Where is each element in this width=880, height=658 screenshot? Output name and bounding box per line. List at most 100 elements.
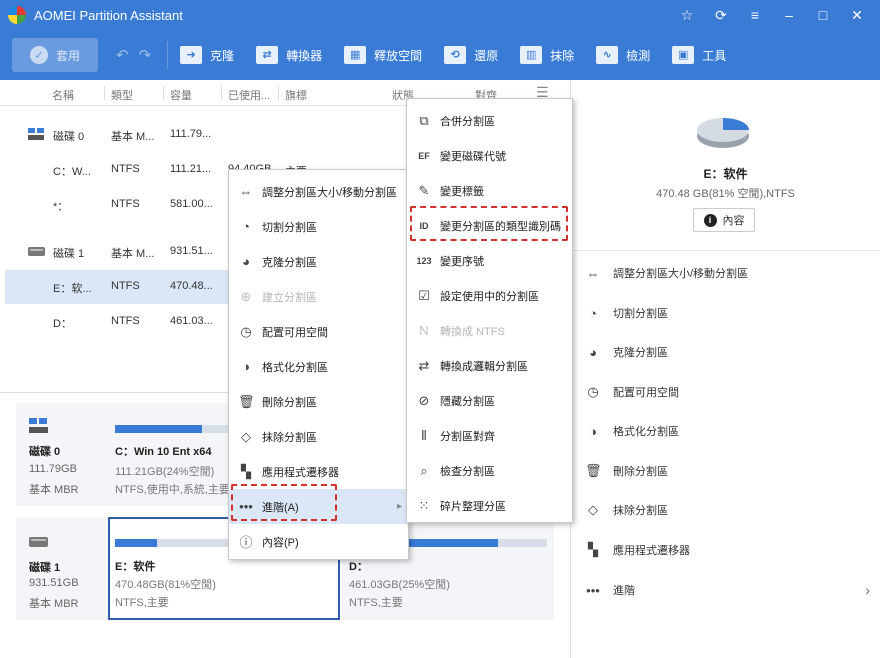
partition-size: 461.03GB(25%空閒) [349,579,450,591]
context-menu-label: 刪除分割區 [262,396,317,409]
toolbar-clone-button[interactable]: ➜ 克隆 [180,46,234,64]
partition-card-c[interactable]: C：Win 10 Ent x64 111.21GB(24%空閒) NTFS,使用… [108,403,230,506]
row-type: NTFS [111,198,140,210]
toolbar-test-button[interactable]: ∿ 檢測 [596,46,650,64]
partition-info: NTFS,主要 [349,597,403,609]
highlight-advanced [231,484,337,521]
submenu-item[interactable]: ⫴ 分割區對齊 [407,418,572,453]
toolbar-wipe-button[interactable]: ▥ 抹除 [520,46,574,64]
submenu-item[interactable]: ⌕ 檢查分割區 [407,453,572,488]
disk1-card[interactable]: 磁碟 1 931.51GB 基本 MBR [16,517,108,620]
advanced-submenu: ⧉ 合併分割區 EF 變更磁碟代號 ✎ 變更標籤 ID 變更分割區的類型識別碼 123 變更序號 ☑… [406,98,573,523]
context-menu-item[interactable]: ⓘ 內容(P) [229,524,408,559]
disk-size: 931.51GB [29,577,79,589]
close-button[interactable]: ✕ [840,7,874,24]
row-name: *： [53,201,69,213]
menu-icon[interactable]: ≡ [738,7,772,23]
split-icon: ◔ [242,219,250,234]
restore-icon: ⟲ [444,46,467,64]
col-type[interactable]: 類型 [111,87,133,103]
context-menu-item[interactable]: 🗑 刪除分割區 [229,384,408,419]
selected-partition-title: E：软件 [703,167,748,181]
app-mover-icon: ▚ [588,542,598,557]
merge-icon: ⧉ [419,112,429,128]
apply-button[interactable]: ✓ 套用 [12,38,98,72]
rp-advanced[interactable]: ••• 進階 › [585,580,870,600]
rp-split[interactable]: ◔ 切割分割區 [585,303,668,323]
submenu-label: 合併分割區 [440,115,495,128]
active-icon: ☑ [418,287,430,303]
toolbar-free-space-button[interactable]: ▦ 釋放空間 [344,46,422,64]
submenu-item[interactable]: EF 變更磁碟代號 [407,138,572,173]
toolbar-tools-button[interactable]: ▣ 工具 [672,46,726,64]
col-used[interactable]: 已使用... [228,87,270,103]
partition-title: C：Win 10 Ent x64 [115,446,212,458]
submenu-item[interactable]: ⧉ 合併分割區 [407,103,572,138]
row-type: 基本 M... [111,131,155,143]
star-icon[interactable]: ☆ [670,7,704,24]
context-menu-label: 格式化分割區 [262,361,328,374]
col-name[interactable]: 名稱 [52,87,74,103]
row-capacity: 111.21... [170,163,212,175]
submenu-item[interactable]: 123 變更序號 [407,243,572,278]
context-menu-item[interactable]: ◇ 抹除分割區 [229,419,408,454]
rp-format[interactable]: ◑ 格式化分割區 [585,421,679,441]
drive-letter-icon: EF [418,150,430,161]
rp-delete[interactable]: 🗑 刪除分割區 [585,461,668,481]
format-icon: ◑ [242,359,250,374]
context-menu-label: 應用程式遷移器 [262,466,339,479]
disk-icon [28,128,44,140]
submenu-item[interactable]: ⊘ 隱藏分割區 [407,383,572,418]
toolbar-separator [167,41,169,69]
disk-icon [29,537,48,547]
submenu-label: 轉換成 NTFS [440,325,505,338]
row-capacity: 470.48... [170,280,213,292]
disk0-card[interactable]: 磁碟 0 111.79GB 基本 MBR [16,403,108,506]
context-menu-item[interactable]: ◷ 配置可用空間 [229,314,408,349]
context-menu-label: 切割分割區 [262,221,317,234]
check-icon: ✓ [29,46,48,64]
row-capacity: 581.00... [170,198,213,210]
submenu-item[interactable]: ☑ 設定使用中的分割區 [407,278,572,313]
row-type: NTFS [111,315,140,327]
row-name: 磁碟 1 [53,248,85,260]
submenu-item[interactable]: ⁙ 碎片整理分區 [407,488,572,523]
allocate-icon: ◷ [587,384,599,399]
submenu-item[interactable]: ⇄ 轉換成邏輯分割區 [407,348,572,383]
info-icon: ⓘ [239,535,253,550]
highlight-change-type-id [410,206,568,241]
minimize-button[interactable]: – [772,7,806,23]
rp-app-mover[interactable]: ▚ 應用程式遷移器 [585,540,690,560]
undo-redo-icons[interactable]: ↶↷ [116,46,161,64]
app-logo-icon [8,6,26,24]
maximize-button[interactable]: □ [806,7,840,23]
col-divider [221,86,222,100]
rp-wipe[interactable]: ◇ 抹除分割區 [585,500,668,520]
create-partition-icon: ⊕ [240,288,252,304]
context-menu-label: 建立分割區 [262,291,317,304]
toolbar-restore-button[interactable]: ⟲ 還原 [444,46,498,64]
context-menu-label: 配置可用空間 [262,326,328,339]
toolbar-converter-button[interactable]: ⇄ 轉換器 [256,46,322,64]
resize-icon: ⇔ [239,184,253,199]
col-capacity[interactable]: 容量 [170,87,192,103]
trash-icon: 🗑 [238,393,255,409]
col-flag[interactable]: 旗標 [285,87,307,103]
row-type: NTFS [111,280,140,292]
context-menu-item[interactable]: ◑ 格式化分割區 [229,349,408,384]
rp-resize-move[interactable]: ⇔ 調整分割區大小/移動分割區 [585,263,749,283]
context-menu-item[interactable]: ◕ 克隆分割區 [229,244,408,279]
app-mover-icon: ▚ [241,463,251,479]
context-menu-item[interactable]: ◔ 切割分割區 [229,209,408,244]
row-name: E：软... [53,283,92,295]
context-menu-item[interactable]: ⇔ 調整分割區大小/移動分割區 [229,174,408,209]
search-icon: ⌕ [420,462,428,478]
refresh-icon[interactable]: ⟳ [704,7,738,24]
rp-clone[interactable]: ◕ 克隆分割區 [585,342,668,362]
convert-ntfs-icon: N [419,323,429,338]
split-icon: ◔ [589,305,597,321]
rp-allocate[interactable]: ◷ 配置可用空間 [585,382,679,402]
submenu-item[interactable]: ✎ 變更標籤 [407,173,572,208]
wipe-icon: ▥ [520,46,543,64]
properties-button[interactable]: i 內容 [693,208,755,232]
